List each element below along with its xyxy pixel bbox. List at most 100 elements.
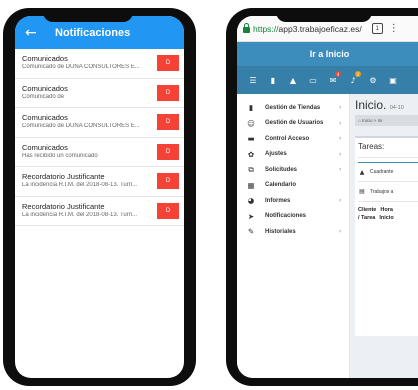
list-item[interactable]: Comunicados Comunicado de DUNA CONSULTOR… [15,108,184,138]
card-icon: ▬ [247,134,255,144]
notifications-icon[interactable]: ✉ 4 [323,70,343,90]
sidebar-item-label: Control Acceso [265,135,310,142]
sidebar-item-label: Notificaciones [265,213,307,220]
sidebar-item-historiales[interactable]: ✎ Historiales ‹ [237,224,349,240]
notification-title: Comunicados [22,83,68,93]
notification-title: Recordatorio Justificante [22,172,105,181]
edit-icon: ✎ [247,227,255,237]
breadcrumb-separator: > [373,118,377,123]
notification-list: Comunicados Comunicado de DUNA CONSULTOR… [15,49,184,226]
chevron-left-icon: ‹ [339,150,342,158]
delete-button[interactable]: D [157,173,179,189]
column-header: Cliente [358,207,377,213]
sidebar-item-informes[interactable]: ◕ Informes ‹ [237,193,349,209]
chevron-left-icon: ‹ [339,104,342,112]
notification-subtitle: Comunicado de DUNA CONSULTORES E... [22,123,140,129]
content-area: ▮ Gestión de Tiendas ‹ ☺ Gestión de Usua… [237,94,418,378]
notification-title: Comunicados [22,113,68,122]
notification-badge: 4 [335,71,341,77]
tasks-card: Tareas: ▲ Cuadrante ▤ Trabajos a Cliente… [355,136,418,336]
list-item[interactable]: Comunicados Has recibido un comunicado D [15,138,184,167]
road-icon[interactable]: ▲ [283,70,303,90]
delete-button[interactable]: D [157,114,179,130]
lock-icon [242,23,251,34]
chevron-left-icon: ‹ [339,228,342,236]
column-header: Inicio [379,215,394,221]
sidebar-item-label: Informes [265,197,291,204]
road-icon: ▲ [359,168,365,176]
arrow-left-icon[interactable]: ← [25,25,43,41]
toolbar: ☰ ▮ ▲ ▭ ✉ 4 ♪ 2 ⚙ ▣ [237,66,418,94]
url-text[interactable]: https://app3.trabajoeficaz.es/ [253,24,362,34]
sidebar-item-solicitudes[interactable]: ⧉ Solicitudes ‹ [237,162,349,178]
app-bar-title: Notificaciones [55,26,131,39]
phone-screen-browser: https://app3.trabajoeficaz.es/ 1 ⋮ Ir a … [237,16,418,378]
card-title: Tareas: [358,142,418,158]
store-icon: ▮ [248,103,254,113]
users-icon: ☺ [247,118,255,128]
chevron-left-icon: ‹ [339,166,342,174]
list-item[interactable]: Recordatorio Justificante La incidencia … [15,167,184,197]
column-header: / Tarea [358,215,376,221]
paper-plane-icon: ➤ [247,211,255,221]
notification-subtitle: Has recibido un comunicado [22,152,98,159]
phone-notch [43,8,133,22]
list-icon: ▤ [359,188,365,195]
user-icon[interactable]: ▣ [383,70,403,90]
list-icon[interactable]: ▮ [263,70,283,90]
tab-cuadrante[interactable]: ▲ Cuadrante [358,162,418,182]
table-header: Cliente Hora / Tarea Inicio [358,206,418,222]
breadcrumb: ⌂ Inicio > Ini [355,115,418,126]
chevron-left-icon: ‹ [339,135,342,143]
page-date: 04-10 [389,105,404,111]
gear-icon[interactable]: ⚙ [363,70,383,90]
id-card-icon[interactable]: ▭ [303,70,323,90]
tabs-icon[interactable]: 1 [371,23,383,34]
pie-chart-icon: ◕ [247,196,255,206]
sidebar-item-calendario[interactable]: ▦ Calendario [237,178,349,194]
sidebar-item-label: Gestión de Tiendas [265,104,321,111]
delete-button[interactable]: D [157,202,179,219]
sidebar-item-label: Calendario [265,182,297,189]
requests-icon: ⧉ [248,164,254,174]
bell-icon[interactable]: ♪ 2 [343,70,363,90]
phone-frame-right: https://app3.trabajoeficaz.es/ 1 ⋮ Ir a … [226,8,418,386]
tab-label: Trabajos a [370,188,394,195]
sidebar-item-tiendas[interactable]: ▮ Gestión de Tiendas ‹ [237,100,349,116]
sidebar: ▮ Gestión de Tiendas ‹ ☺ Gestión de Usua… [237,94,350,378]
sidebar-item-label: Gestión de Usuarios [265,120,324,127]
calendar-icon: ▦ [247,180,255,190]
phone-screen-notifications: ← Notificaciones Comunicados Comunicado … [15,16,184,378]
tab-trabajos[interactable]: ▤ Trabajos a [358,182,418,202]
sidebar-item-label: Solicitudes [265,166,298,173]
notification-subtitle: Comunicado de [22,93,65,100]
chevron-left-icon: ‹ [339,119,342,127]
delete-button[interactable]: D [157,143,179,160]
sidebar-item-label: Historiales [265,228,296,235]
hamburger-icon[interactable]: ☰ [243,70,263,90]
delete-button[interactable]: D [157,55,179,71]
breadcrumb-current: Ini [377,118,383,123]
phone-notch [276,8,372,22]
breadcrumb-home[interactable]: ⌂ Inicio [358,118,372,123]
tab-label: Cuadrante [370,169,394,175]
site-header-link[interactable]: Ir a Inicio [237,42,418,66]
sidebar-item-notificaciones[interactable]: ➤ Notificaciones [237,209,349,225]
notification-subtitle: La incidencia R.I.M. del 2018-08-13. Tur… [22,182,138,188]
gear-icon: ✿ [247,149,255,159]
sidebar-item-ajustes[interactable]: ✿ Ajustes ‹ [237,147,349,163]
list-item[interactable]: Comunicados Comunicado de DUNA CONSULTOR… [15,49,184,79]
sidebar-item-usuarios[interactable]: ☺ Gestión de Usuarios ‹ [237,116,349,132]
sidebar-item-label: Ajustes [265,151,287,158]
column-header: Hora [380,207,393,213]
list-item[interactable]: Recordatorio Justificante La incidencia … [15,197,184,226]
more-vert-icon[interactable]: ⋮ [389,23,399,34]
main-content: Inicio. 04-10 ⌂ Inicio > Ini Tareas: ▲ C… [350,94,418,378]
list-item[interactable]: Comunicados Comunicado de D [15,79,184,108]
delete-button[interactable]: D [157,84,179,101]
page-title: Inicio. 04-10 [355,98,404,112]
sidebar-item-control-acceso[interactable]: ▬ Control Acceso ‹ [237,131,349,147]
notification-title: Comunicados [22,142,68,152]
notification-subtitle: Comunicado de DUNA CONSULTORES E... [22,64,140,70]
notification-title: Recordatorio Justificante [22,201,105,211]
